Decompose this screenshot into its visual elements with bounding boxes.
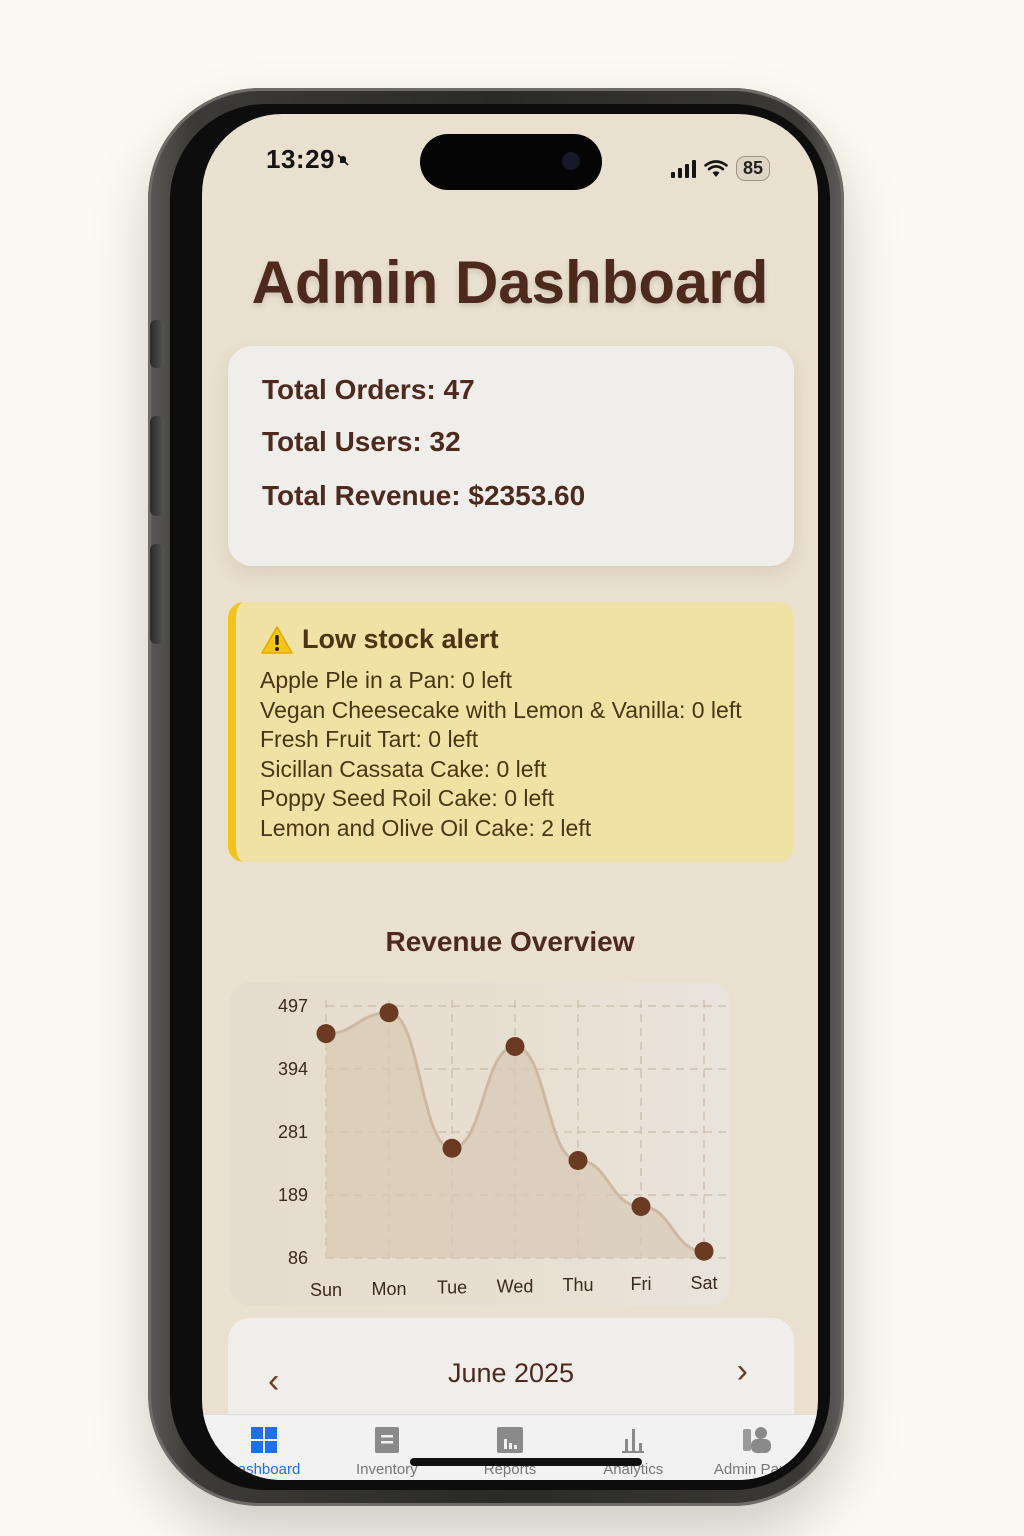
low-stock-list: Apple Ple in a Pan: 0 left Vegan Cheesec…	[260, 666, 742, 843]
x-tick-label: Tue	[437, 1278, 467, 1298]
list-item: Apple Ple in a Pan: 0 left	[260, 667, 512, 693]
x-tick-label: Fri	[631, 1274, 652, 1294]
y-tick-label: 86	[288, 1248, 308, 1268]
total-revenue: Total Revenue: $2353.60	[262, 480, 586, 511]
y-tick-label: 281	[278, 1122, 308, 1142]
app-screen: 13:29 85 Admin Dashboard Total Orders: 4…	[202, 114, 818, 1480]
tab-bar: Dashboard Inventory Reports Analytics Ad…	[202, 1414, 818, 1480]
total-users: Total Users: 32	[262, 426, 461, 457]
x-tick-label: Sat	[690, 1273, 717, 1293]
status-time-text: 13:29	[266, 144, 335, 174]
document-icon	[374, 1427, 399, 1453]
battery-level: 85	[735, 156, 770, 181]
silent-bell-icon	[337, 154, 349, 166]
total-orders: Total Orders: 47	[262, 374, 475, 405]
tab-analytics[interactable]: Analytics	[572, 1415, 695, 1480]
tab-inventory[interactable]: Inventory	[325, 1415, 448, 1480]
data-point	[505, 1036, 525, 1056]
revenue-chart-card: 497 394 281 189 86 Sun Mon Tue Wed Thu Fri Sat	[230, 982, 730, 1306]
tab-label: Inventory	[355, 1461, 418, 1478]
y-tick-label: 189	[278, 1185, 308, 1205]
x-tick-label: Wed	[497, 1276, 534, 1296]
mute-switch	[150, 320, 164, 368]
data-point	[316, 1024, 336, 1044]
tab-label: Admin Panel	[713, 1461, 799, 1478]
wifi-icon	[704, 159, 728, 177]
x-tick-label: Mon	[371, 1279, 406, 1299]
calendar-month: June 2025	[447, 1358, 575, 1388]
x-tick-label: Thu	[562, 1275, 593, 1295]
list-item: Lemon and Olive Oil Cake: 2 left	[260, 814, 592, 841]
grid-icon	[250, 1427, 277, 1453]
alert-title-text: Low stock alert	[302, 624, 499, 654]
x-tick-label: Sun	[310, 1280, 342, 1300]
list-item: Vegan Cheesecake with Lemon & Vanilla: 0…	[260, 696, 742, 723]
y-tick-label: 497	[278, 996, 308, 1016]
front-camera	[562, 152, 580, 170]
tab-reports[interactable]: Reports	[448, 1415, 571, 1480]
data-point	[694, 1241, 714, 1261]
revenue-chart: 497 394 281 189 86Sun Mon Tue Wed Thu Fri Sat	[278, 996, 730, 1300]
y-tick-label: 394	[278, 1059, 308, 1079]
list-item: Sicillan Cassata Cake: 0 left	[260, 755, 547, 782]
list-item: Fresh Fruit Tart: 0 left	[260, 726, 479, 752]
volume-up-button	[150, 416, 164, 516]
tab-label: Dashboard	[226, 1461, 301, 1478]
alert-title: Low stock alert	[260, 624, 499, 655]
analytics-icon	[622, 1429, 645, 1453]
warning-icon	[261, 625, 293, 654]
volume-down-button	[150, 544, 164, 644]
bar-chart-icon	[497, 1427, 523, 1453]
cellular-signal-icon	[670, 159, 696, 178]
status-time: 13:29	[266, 144, 349, 175]
list-item: Poppy Seed Roil Cake: 0 left	[260, 785, 555, 811]
chart-title: Revenue Overview	[385, 926, 635, 957]
tab-admin-panel[interactable]: Admin Panel	[695, 1415, 818, 1480]
data-point	[442, 1138, 462, 1158]
status-indicators: 85	[670, 156, 770, 181]
data-point	[631, 1196, 651, 1216]
users-icon	[743, 1427, 772, 1453]
next-month-button[interactable]: ›	[737, 1352, 748, 1391]
data-point	[568, 1151, 588, 1171]
stats-card: Total Orders: 47 Total Users: 32 Total R…	[228, 346, 794, 566]
tab-dashboard[interactable]: Dashboard	[202, 1415, 325, 1480]
data-point	[379, 1003, 399, 1023]
page-title: Admin Dashboard	[251, 249, 769, 316]
low-stock-alert: Low stock alert Apple Ple in a Pan: 0 le…	[228, 602, 794, 862]
dynamic-island	[420, 134, 602, 190]
home-indicator[interactable]	[410, 1458, 642, 1466]
